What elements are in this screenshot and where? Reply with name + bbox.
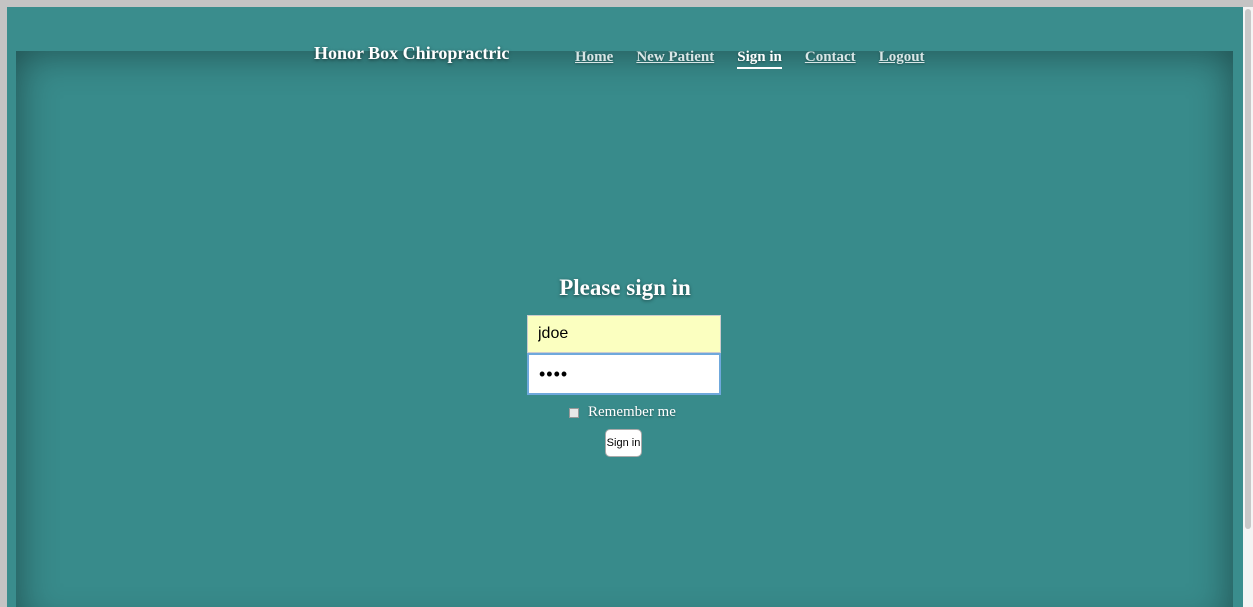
remember-me-row[interactable]: Remember me — [569, 404, 676, 421]
nav-contact-link[interactable]: Contact — [805, 49, 856, 69]
remember-me-checkbox[interactable] — [569, 407, 579, 418]
signin-heading: Please sign in — [559, 275, 691, 300]
nav-sign-in-link[interactable]: Sign in — [737, 49, 782, 69]
nav-new-patient-link[interactable]: New Patient — [636, 49, 714, 69]
main-nav: Home New Patient Sign in Contact Logout — [575, 49, 925, 69]
brand-title: Honor Box Chiropractric — [314, 43, 510, 63]
scrollbar-thumb[interactable] — [1245, 9, 1251, 529]
browser-viewport: Honor Box Chiropractric Home New Patient… — [7, 7, 1243, 607]
password-input[interactable] — [527, 353, 721, 395]
sign-in-button[interactable]: Sign in — [605, 429, 642, 457]
remember-me-label: Remember me — [588, 404, 676, 420]
username-input[interactable] — [527, 315, 721, 353]
nav-logout-link[interactable]: Logout — [879, 49, 925, 69]
nav-home-link[interactable]: Home — [575, 49, 613, 69]
